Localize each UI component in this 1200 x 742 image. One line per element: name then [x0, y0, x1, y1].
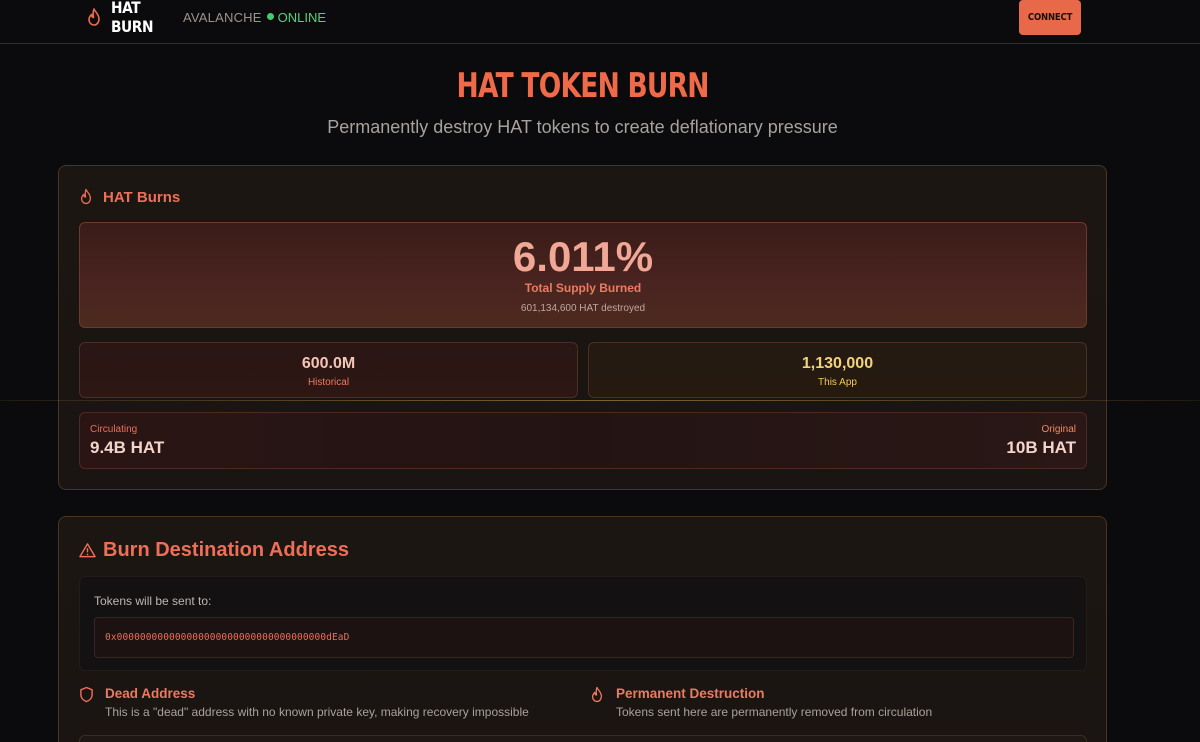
destination-header: Burn Destination Address — [79, 539, 349, 562]
flame-icon — [79, 188, 95, 206]
app-value: 1,130,000 — [801, 355, 874, 372]
brand-name: HAT BURN — [111, 0, 154, 36]
historical-stat: 600.0M Historical — [79, 342, 578, 398]
circulating-value: 9.4B HAT — [90, 438, 165, 457]
historical-label: Historical — [307, 377, 350, 388]
destination-title: Burn Destination Address — [103, 539, 349, 561]
feature-title: Permanent Destruction — [616, 686, 765, 701]
feature-desc: This is a "dead" address with no known p… — [105, 705, 529, 719]
burn-address[interactable]: 0x000000000000000000000000000000000000dE… — [94, 617, 1074, 658]
burned-amount: 601,134,600 HAT destroyed — [520, 303, 646, 314]
network-label: AVALANCHE — [183, 9, 262, 25]
top-nav: HAT BURN AVALANCHE ONLINE CONNECT — [0, 0, 1200, 44]
page-title: HAT TOKEN BURN — [456, 66, 709, 106]
status-dot — [266, 12, 274, 20]
historical-value: 600.0M — [301, 355, 356, 372]
original-label: Original — [1041, 424, 1076, 435]
supply-box: Circulating 9.4B HAT Original 10B HAT — [79, 412, 1087, 469]
flame-icon — [590, 686, 606, 704]
info-box — [79, 735, 1087, 742]
burns-header: HAT Burns — [79, 188, 180, 206]
feature-desc: Tokens sent here are permanently removed… — [616, 705, 933, 719]
shield-icon — [79, 686, 95, 704]
status-label: ONLINE — [277, 9, 327, 25]
connect-label: CONNECT — [1027, 12, 1073, 23]
page-subtitle: Permanently destroy HAT tokens to create… — [327, 117, 838, 137]
feature-title: Dead Address — [105, 686, 196, 701]
app-label: This App — [818, 377, 857, 388]
feature-dead-address: Dead Address This is a "dead" address wi… — [79, 686, 529, 719]
burned-percent-label: Total Supply Burned — [524, 281, 642, 295]
burns-title: HAT Burns — [103, 188, 181, 206]
feature-permanent-destruction: Permanent Destruction Tokens sent here a… — [590, 686, 932, 719]
original-value: 10B HAT — [1006, 438, 1076, 457]
total-burned-box: 6.011% Total Supply Burned 601,134,600 H… — [79, 222, 1087, 328]
circulating-label: Circulating — [90, 424, 138, 435]
app-stat: 1,130,000 This App — [588, 342, 1087, 398]
address-panel: Tokens will be sent to: 0x00000000000000… — [79, 576, 1087, 671]
sent-to-label: Tokens will be sent to: — [94, 594, 212, 608]
warning-icon — [79, 542, 96, 560]
burns-card: HAT Burns 6.011% Total Supply Burned 601… — [58, 165, 1107, 490]
divider — [0, 400, 1200, 401]
burned-percent: 6.011% — [512, 233, 654, 280]
flame-icon — [86, 8, 102, 26]
brand[interactable]: HAT BURN AVALANCHE ONLINE — [86, 0, 327, 36]
connect-button[interactable]: CONNECT — [1019, 0, 1081, 35]
destination-card: Burn Destination Address Tokens will be … — [58, 516, 1107, 742]
